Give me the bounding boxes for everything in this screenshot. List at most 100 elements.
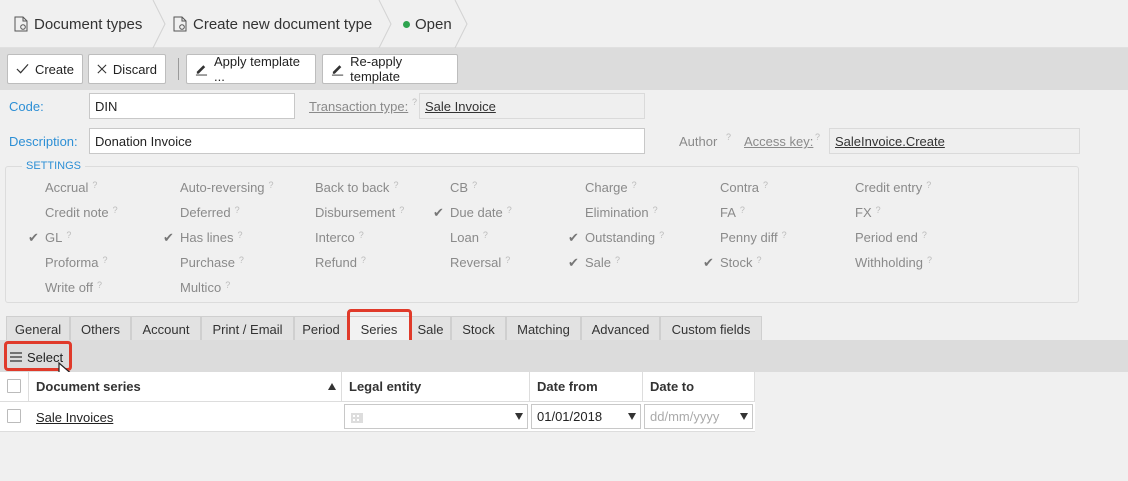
legal-entity-dropdown[interactable] bbox=[344, 404, 528, 429]
toolbar: Create Discard Apply template ... Re-app… bbox=[0, 48, 1128, 90]
grid-toolbar bbox=[0, 340, 1128, 372]
breadcrumb-separator bbox=[454, 0, 468, 48]
setting-reversal[interactable]: Reversal? bbox=[450, 255, 510, 270]
date-to-picker[interactable]: dd/mm/yyyy bbox=[644, 404, 753, 429]
help-icon: ? bbox=[96, 280, 102, 290]
setting-withholding[interactable]: Withholding? bbox=[855, 255, 932, 270]
author-label: Author bbox=[679, 134, 718, 149]
setting-sale[interactable]: ✔ Sale? bbox=[568, 255, 620, 270]
help-icon: ? bbox=[756, 255, 762, 265]
tab-stock[interactable]: Stock bbox=[451, 316, 506, 342]
document-series-link[interactable]: Sale Invoices bbox=[36, 410, 113, 425]
row-checkbox[interactable] bbox=[7, 409, 21, 423]
document-gear-icon bbox=[173, 16, 187, 32]
column-header-document-series[interactable]: Document series bbox=[29, 372, 342, 402]
select-all-checkbox[interactable] bbox=[7, 379, 21, 393]
tab-advanced[interactable]: Advanced bbox=[581, 316, 660, 342]
date-from-picker[interactable]: 01/01/2018 bbox=[531, 404, 641, 429]
tab-matching[interactable]: Matching bbox=[506, 316, 581, 342]
check-icon: ✔ bbox=[703, 255, 714, 270]
setting-due-date[interactable]: ✔ Due date? bbox=[433, 205, 512, 220]
setting-auto-reversing[interactable]: Auto-reversing? bbox=[180, 180, 274, 195]
setting-has-lines[interactable]: ✔ Has lines? bbox=[163, 230, 242, 245]
help-icon: ? bbox=[926, 255, 932, 265]
settings-title: SETTINGS bbox=[22, 160, 86, 172]
column-header-legal-entity[interactable]: Legal entity bbox=[342, 372, 530, 402]
reapply-template-button[interactable]: Re-apply template bbox=[322, 54, 458, 84]
help-icon: ? bbox=[815, 132, 821, 142]
description-label: Description: bbox=[9, 134, 78, 149]
setting-accrual[interactable]: Accrual? bbox=[45, 180, 97, 195]
apply-template-button[interactable]: Apply template ... bbox=[186, 54, 316, 84]
setting-penny-diff[interactable]: Penny diff? bbox=[720, 230, 787, 245]
column-header-date-from[interactable]: Date from bbox=[530, 372, 643, 402]
setting-back-to-back[interactable]: Back to back? bbox=[315, 180, 398, 195]
setting-loan[interactable]: Loan? bbox=[450, 230, 488, 245]
help-icon: ? bbox=[399, 205, 405, 215]
pencil-icon bbox=[195, 65, 208, 76]
tab-print-email[interactable]: Print / Email bbox=[201, 316, 294, 342]
setting-fa[interactable]: FA? bbox=[720, 205, 745, 220]
setting-fx[interactable]: FX? bbox=[855, 205, 881, 220]
help-icon: ? bbox=[652, 205, 658, 215]
help-icon: ? bbox=[505, 255, 511, 265]
help-icon: ? bbox=[875, 205, 881, 215]
tab-period[interactable]: Period bbox=[294, 316, 348, 342]
setting-gl[interactable]: ✔ GL? bbox=[28, 230, 71, 245]
breadcrumb-create-new-document-type[interactable]: Create new document type bbox=[173, 0, 372, 48]
help-icon: ? bbox=[631, 180, 637, 190]
tab-account[interactable]: Account bbox=[131, 316, 201, 342]
access-key-field[interactable]: SaleInvoice.Create bbox=[829, 128, 1080, 154]
chevron-down-icon bbox=[515, 413, 523, 420]
status-badge: Open bbox=[403, 0, 452, 48]
breadcrumb-separator bbox=[378, 0, 392, 48]
help-icon: ? bbox=[763, 180, 769, 190]
setting-elimination[interactable]: Elimination? bbox=[585, 205, 658, 220]
setting-deferred[interactable]: Deferred? bbox=[180, 205, 240, 220]
tab-sale[interactable]: Sale bbox=[410, 316, 451, 342]
setting-stock[interactable]: ✔ Stock? bbox=[703, 255, 762, 270]
discard-button[interactable]: Discard bbox=[88, 54, 166, 84]
setting-cb[interactable]: CB? bbox=[450, 180, 477, 195]
setting-credit-entry[interactable]: Credit entry? bbox=[855, 180, 931, 195]
check-icon: ✔ bbox=[433, 205, 444, 220]
column-header-date-to[interactable]: Date to bbox=[643, 372, 755, 402]
setting-write-off[interactable]: Write off? bbox=[45, 280, 102, 295]
help-icon: ? bbox=[482, 230, 488, 240]
help-icon: ? bbox=[926, 180, 932, 190]
help-icon: ? bbox=[225, 280, 231, 290]
setting-outstanding[interactable]: ✔ Outstanding? bbox=[568, 230, 664, 245]
transaction-type-label[interactable]: Transaction type: bbox=[309, 99, 408, 114]
setting-period-end[interactable]: Period end? bbox=[855, 230, 927, 245]
setting-contra[interactable]: Contra? bbox=[720, 180, 768, 195]
help-icon: ? bbox=[412, 97, 418, 107]
setting-purchase[interactable]: Purchase? bbox=[180, 255, 244, 270]
setting-interco[interactable]: Interco? bbox=[315, 230, 364, 245]
setting-refund[interactable]: Refund? bbox=[315, 255, 366, 270]
check-icon: ✔ bbox=[568, 230, 579, 245]
setting-credit-note[interactable]: Credit note? bbox=[45, 205, 118, 220]
help-icon: ? bbox=[238, 255, 244, 265]
create-button[interactable]: Create bbox=[7, 54, 83, 84]
tab-custom-fields[interactable]: Custom fields bbox=[660, 316, 762, 342]
breadcrumb-document-types[interactable]: Document types bbox=[14, 0, 142, 48]
help-icon: ? bbox=[921, 230, 927, 240]
document-gear-icon bbox=[14, 16, 28, 32]
description-field[interactable]: Donation Invoice bbox=[89, 128, 645, 154]
access-key-label[interactable]: Access key: bbox=[744, 134, 813, 149]
tab-others[interactable]: Others bbox=[70, 316, 131, 342]
table-row: Sale Invoices 01/01/2018 dd/mm/yyyy bbox=[0, 402, 755, 432]
header-checkbox-cell bbox=[0, 372, 29, 402]
transaction-type-field[interactable]: Sale Invoice bbox=[419, 93, 645, 119]
setting-disbursement[interactable]: Disbursement? bbox=[315, 205, 404, 220]
tab-general[interactable]: General bbox=[6, 316, 70, 342]
setting-charge[interactable]: Charge? bbox=[585, 180, 637, 195]
check-icon: ✔ bbox=[163, 230, 174, 245]
help-icon: ? bbox=[102, 255, 108, 265]
code-label: Code: bbox=[9, 99, 44, 114]
check-icon: ✔ bbox=[568, 255, 579, 270]
code-field[interactable]: DIN bbox=[89, 93, 295, 119]
setting-proforma[interactable]: Proforma? bbox=[45, 255, 107, 270]
pencil-icon bbox=[331, 65, 344, 76]
setting-multico[interactable]: Multico? bbox=[180, 280, 230, 295]
